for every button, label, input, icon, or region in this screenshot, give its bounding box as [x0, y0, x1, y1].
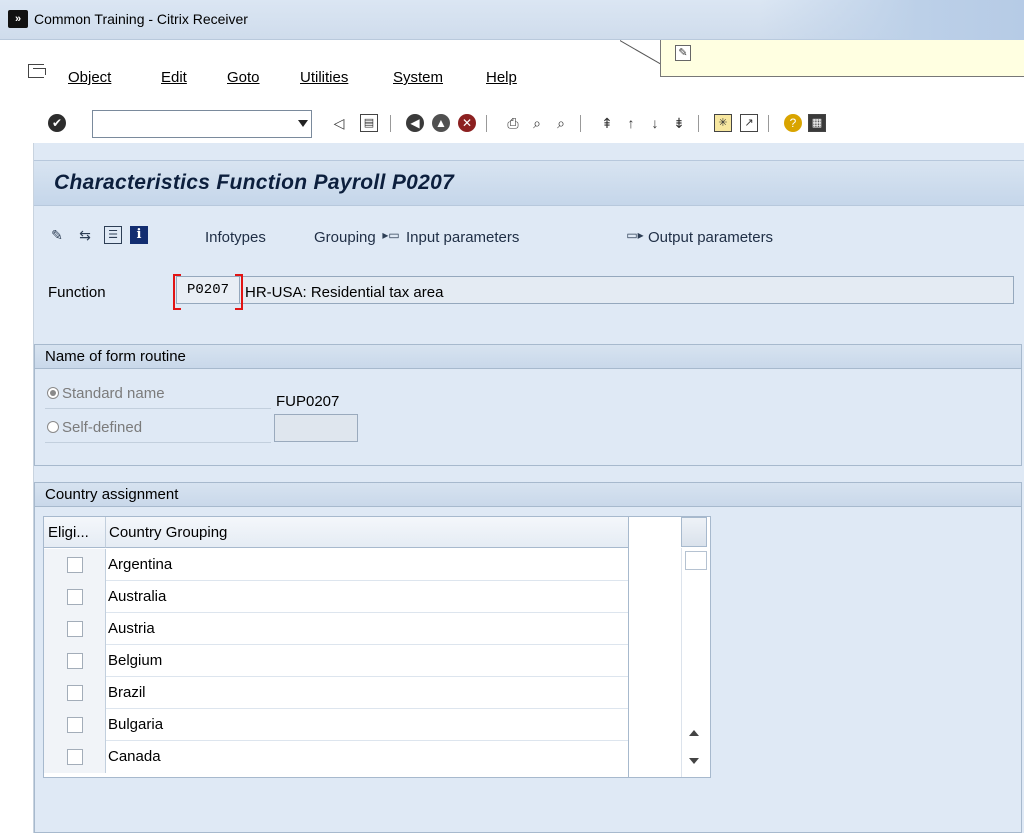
notification-icon[interactable]: ✎	[675, 45, 691, 61]
next-page-icon[interactable]: ↓	[646, 114, 664, 132]
menu-help[interactable]: Help	[486, 69, 517, 86]
eligible-checkbox[interactable]	[67, 621, 83, 637]
previous-page-icon[interactable]: ↑	[622, 114, 640, 132]
left-margin	[0, 143, 34, 833]
help-icon[interactable]: ?	[784, 114, 802, 132]
eligible-checkbox[interactable]	[67, 717, 83, 733]
first-page-icon[interactable]: ⇞	[598, 114, 616, 132]
page-header: Characteristics Function Payroll P0207	[34, 160, 1024, 206]
info-icon[interactable]: i	[130, 226, 148, 244]
find-icon[interactable]: ⌕	[528, 114, 546, 132]
command-field[interactable]	[92, 110, 312, 138]
menu-utilities[interactable]: Utilities	[300, 69, 348, 86]
citrix-receiver-icon: »	[8, 10, 28, 28]
title-bar-glass	[760, 0, 1024, 40]
vertical-scrollbar[interactable]	[681, 548, 707, 777]
eligible-checkbox[interactable]	[67, 557, 83, 573]
other-object-icon[interactable]: ⇆	[76, 226, 94, 244]
last-page-icon[interactable]: ⇟	[670, 114, 688, 132]
country-cell: Canada	[108, 748, 161, 765]
notification-edge	[620, 40, 664, 72]
toolbar-separator	[698, 115, 699, 132]
country-assignment-heading: Country assignment	[35, 483, 1021, 507]
standard-name-radio[interactable]: Standard name	[47, 381, 165, 407]
cancel-icon[interactable]: ✕	[458, 114, 476, 132]
back-icon[interactable]: ◀	[406, 114, 424, 132]
infotypes-button[interactable]: Infotypes	[205, 229, 266, 246]
table-row: Canada	[44, 741, 628, 773]
collapse-triangle-icon[interactable]: ◁	[330, 114, 348, 132]
eligible-checkbox[interactable]	[67, 685, 83, 701]
enter-check-icon[interactable]: ✔	[48, 114, 66, 132]
standard-toolbar: ✔ ◁ ▤ ◀ ▲ ✕ ⎙ ⌕ ⌕ ⇞ ↑ ↓ ⇟ ✳ ↗ ? ▦	[0, 103, 1024, 143]
function-description: HR-USA: Residential tax area	[245, 284, 444, 301]
layout-menu-icon[interactable]: ▦	[808, 114, 826, 132]
create-session-icon[interactable]: ✳	[714, 114, 732, 132]
country-cell: Bulgaria	[108, 716, 164, 733]
table-row: Austria	[44, 613, 628, 645]
sap-window: » Common Training - Citrix Receiver Obje…	[0, 0, 1024, 833]
notification-area	[660, 40, 1024, 77]
output-parameters-button[interactable]: Output parameters	[648, 229, 773, 246]
output-parameters-icon[interactable]: ▭▸	[626, 226, 644, 244]
scroll-up-icon[interactable]	[689, 730, 699, 736]
table-row: Australia	[44, 581, 628, 613]
scroll-down-icon[interactable]	[689, 758, 699, 764]
title-bar: » Common Training - Citrix Receiver	[0, 0, 1024, 40]
find-next-icon[interactable]: ⌕	[552, 114, 570, 132]
country-cell: Austria	[108, 620, 155, 637]
window-title: Common Training - Citrix Receiver	[34, 11, 248, 27]
radio-unselected-icon	[47, 421, 59, 433]
scrollbar-thumb[interactable]	[685, 551, 707, 570]
menu-system[interactable]: System	[393, 69, 443, 86]
toolbar-separator	[486, 115, 487, 132]
standard-name-underline	[45, 408, 271, 409]
toolbar-separator	[390, 115, 391, 132]
table-row: Bulgaria	[44, 709, 628, 741]
toolbar-separator	[580, 115, 581, 132]
country-cell: Australia	[108, 588, 167, 605]
function-label: Function	[48, 284, 106, 301]
self-defined-underline	[45, 442, 271, 443]
toolbar-separator	[768, 115, 769, 132]
country-table: Eligi... Country Grouping Argentina Aust…	[43, 516, 629, 778]
country-cell: Brazil	[108, 684, 146, 701]
eligible-checkbox[interactable]	[67, 589, 83, 605]
save-icon[interactable]: ▤	[360, 114, 378, 132]
input-parameters-icon[interactable]: ▸▭	[382, 226, 400, 244]
country-cell: Argentina	[108, 556, 173, 573]
table-row: Argentina	[44, 549, 628, 581]
input-parameters-button[interactable]: Input parameters	[406, 229, 519, 246]
table-settings-button[interactable]	[681, 517, 707, 547]
standard-name-value: FUP0207	[276, 393, 340, 410]
form-routine-heading: Name of form routine	[35, 345, 1021, 369]
exit-icon[interactable]: ▲	[432, 114, 450, 132]
table-row: Belgium	[44, 645, 628, 677]
menu-edit[interactable]: Edit	[161, 69, 187, 86]
table-row: Brazil	[44, 677, 628, 709]
form-routine-group: Name of form routine	[34, 344, 1022, 466]
eligible-checkbox[interactable]	[67, 653, 83, 669]
display-change-icon[interactable]: ✎	[48, 226, 66, 244]
command-field-dropdown-icon[interactable]	[298, 120, 308, 127]
documentation-icon[interactable]: ☰	[104, 226, 122, 244]
shortcut-icon[interactable]: ↗	[740, 114, 758, 132]
print-icon[interactable]: ⎙	[504, 114, 522, 132]
function-code-field[interactable]: P0207	[173, 274, 243, 310]
menu-exit-icon[interactable]	[28, 64, 46, 78]
self-defined-radio[interactable]: Self-defined	[47, 415, 142, 441]
menu-goto[interactable]: Goto	[227, 69, 260, 86]
page-title: Characteristics Function Payroll P0207	[54, 171, 455, 194]
column-header-country-grouping[interactable]: Country Grouping	[106, 517, 628, 548]
grouping-button[interactable]: Grouping	[314, 229, 376, 246]
column-header-eligible[interactable]: Eligi...	[44, 517, 106, 548]
application-toolbar: ✎ ⇆ ☰ i Infotypes Grouping ▸▭ Input para…	[34, 206, 1024, 262]
radio-selected-icon	[47, 387, 59, 399]
self-defined-input[interactable]	[274, 414, 358, 442]
eligible-checkbox[interactable]	[67, 749, 83, 765]
menu-object[interactable]: Object	[68, 69, 111, 86]
country-cell: Belgium	[108, 652, 163, 669]
